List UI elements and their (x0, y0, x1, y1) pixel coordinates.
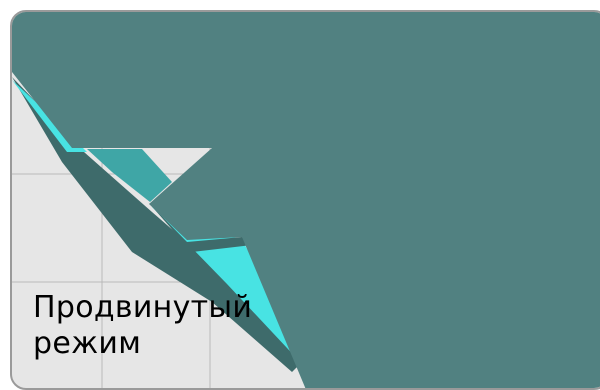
tile-label-line1: Продвинутый (33, 290, 253, 325)
advanced-mode-tile[interactable]: Продвинутый режим (10, 10, 600, 390)
tile-label: Продвинутый режим (33, 290, 252, 362)
tile-label-line2: режим (33, 326, 142, 361)
